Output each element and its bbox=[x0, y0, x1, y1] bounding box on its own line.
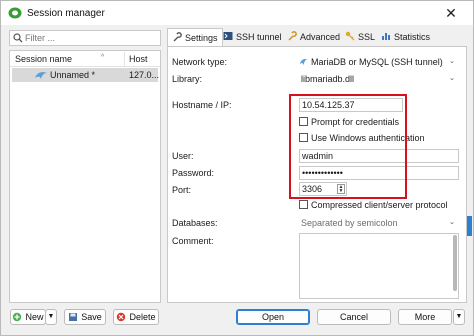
floppy-disk-icon bbox=[69, 313, 78, 321]
port-label: Port: bbox=[172, 185, 192, 195]
session-host: 127.0... bbox=[129, 70, 160, 80]
cancel-button[interactable]: Cancel bbox=[317, 309, 391, 325]
open-button-label: Open bbox=[261, 312, 285, 322]
compressed-protocol-checkbox[interactable]: Compressed client/server protocol bbox=[299, 200, 448, 212]
compressed-protocol-label: Compressed client/server protocol bbox=[311, 200, 448, 210]
network-type-value: MariaDB or MySQL (SSH tunnel) bbox=[311, 57, 443, 67]
session-row[interactable]: Unnamed * 127.0... bbox=[12, 68, 160, 82]
search-icon bbox=[13, 33, 23, 43]
library-value: libmariadb.dll bbox=[301, 74, 355, 84]
delete-button[interactable]: Delete bbox=[113, 309, 159, 325]
checkbox-box bbox=[299, 200, 308, 209]
tab-settings[interactable]: Settings bbox=[167, 28, 223, 47]
tab-label: SSH tunnel bbox=[236, 32, 282, 42]
new-session-icon bbox=[13, 312, 22, 322]
databases-placeholder: Separated by semicolon bbox=[301, 218, 398, 228]
column-session-name[interactable]: Session name bbox=[15, 54, 72, 64]
chart-icon bbox=[382, 33, 390, 40]
dolphin-icon bbox=[299, 59, 308, 66]
tab-statistics[interactable]: Statistics bbox=[377, 28, 434, 46]
more-dropdown-button[interactable]: ▼ bbox=[453, 309, 465, 325]
databases-label: Databases: bbox=[172, 218, 218, 228]
new-dropdown-button[interactable]: ▼ bbox=[45, 309, 57, 325]
chevron-down-icon: ⌄ bbox=[449, 58, 455, 65]
title-bar: Session manager ✕ bbox=[1, 1, 473, 25]
user-label: User: bbox=[172, 151, 194, 161]
network-type-select[interactable]: MariaDB or MySQL (SSH tunnel) ⌄ bbox=[299, 55, 459, 69]
wrench-icon bbox=[173, 32, 182, 42]
column-host[interactable]: Host bbox=[129, 54, 148, 64]
library-select[interactable]: libmariadb.dll ⌄ bbox=[299, 72, 459, 86]
heidisql-app-icon bbox=[8, 7, 22, 19]
session-manager-window: Session manager ✕ Session name ^ Host Un… bbox=[0, 0, 474, 336]
password-label: Password: bbox=[172, 168, 215, 178]
comment-label: Comment: bbox=[172, 236, 214, 246]
library-label: Library: bbox=[172, 74, 203, 84]
key-icon bbox=[345, 31, 355, 41]
comment-textarea[interactable] bbox=[299, 233, 459, 299]
new-button-label: New bbox=[25, 312, 44, 322]
tab-label: Statistics bbox=[394, 32, 431, 42]
tab-label: SSL bbox=[358, 32, 376, 42]
save-button[interactable]: Save bbox=[64, 309, 106, 325]
new-button[interactable]: New bbox=[10, 309, 46, 325]
tab-label: Advanced bbox=[300, 32, 341, 42]
side-accent-tab bbox=[467, 216, 472, 236]
scrollbar[interactable] bbox=[453, 235, 457, 291]
column-divider[interactable] bbox=[124, 52, 125, 66]
tab-label: Settings bbox=[185, 33, 218, 43]
filter-field[interactable] bbox=[9, 30, 161, 46]
sort-caret-icon: ^ bbox=[101, 54, 105, 61]
delete-button-label: Delete bbox=[129, 312, 156, 322]
session-list[interactable]: Session name ^ Host Unnamed * 127.0... bbox=[9, 50, 161, 303]
open-button[interactable]: Open bbox=[236, 309, 310, 325]
chevron-down-icon: ⌄ bbox=[449, 75, 455, 82]
filter-input[interactable] bbox=[25, 32, 157, 44]
databases-select[interactable]: Separated by semicolon ⌄ bbox=[299, 216, 459, 230]
tab-bar: Settings SSH tunnel Advanced SSL Statist… bbox=[167, 28, 467, 47]
terminal-icon bbox=[223, 32, 233, 40]
tab-ssl[interactable]: SSL bbox=[341, 28, 379, 46]
hostname-label: Hostname / IP: bbox=[172, 100, 232, 110]
more-button[interactable]: More bbox=[398, 309, 452, 325]
session-name: Unnamed * bbox=[50, 70, 96, 80]
delete-icon bbox=[117, 312, 126, 322]
network-type-label: Network type: bbox=[172, 57, 228, 67]
wrench-icon bbox=[288, 31, 297, 41]
close-button[interactable]: ✕ bbox=[443, 5, 459, 21]
chevron-down-icon: ⌄ bbox=[449, 219, 455, 226]
window-title: Session manager bbox=[27, 8, 105, 19]
save-button-label: Save bbox=[81, 312, 102, 322]
dolphin-icon bbox=[35, 72, 47, 79]
tab-advanced[interactable]: Advanced bbox=[283, 28, 344, 46]
list-header: Session name ^ Host bbox=[10, 51, 160, 67]
cancel-button-label: Cancel bbox=[339, 312, 368, 322]
more-button-label: More bbox=[414, 312, 436, 322]
highlight-annotation-box bbox=[289, 94, 407, 199]
tab-ssh-tunnel[interactable]: SSH tunnel bbox=[219, 28, 286, 46]
